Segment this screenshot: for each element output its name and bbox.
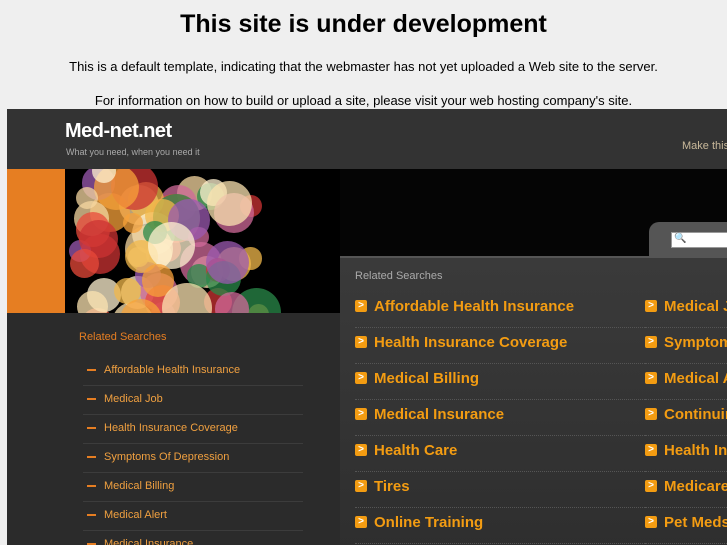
main-related-searches: Related Searches > Affordable Health Insu… (340, 256, 727, 545)
related-search-link[interactable]: Medical A (664, 370, 727, 387)
related-search-item[interactable]: > Continuin (645, 400, 727, 436)
dash-icon (87, 485, 96, 487)
sidebar-link[interactable]: Medical Insurance (104, 538, 193, 545)
related-search-link[interactable]: Continuin (664, 406, 727, 423)
site-tagline: What you need, when you need it (66, 147, 200, 157)
sidebar-item[interactable]: Symptoms Of Depression (83, 444, 303, 473)
related-search-item[interactable]: > Medical Insurance (355, 400, 645, 436)
arrow-icon: > (355, 372, 367, 384)
related-search-item[interactable]: > Medical J (645, 292, 727, 328)
site-header: Med-net.net What you need, when you need… (7, 109, 727, 169)
related-search-link[interactable]: Health Ins (664, 442, 727, 459)
related-search-link[interactable]: Health Care (374, 442, 457, 459)
related-search-item[interactable]: > Affordable Health Insurance (355, 292, 645, 328)
arrow-icon: > (645, 444, 657, 456)
arrow-icon: > (355, 300, 367, 312)
arrow-icon: > (645, 516, 657, 528)
sidebar-heading: Related Searches (79, 331, 167, 343)
dash-icon (87, 398, 96, 400)
related-search-link[interactable]: Symptom (664, 334, 727, 351)
related-search-item[interactable]: > Health Insurance Coverage (355, 328, 645, 364)
sidebar-item[interactable]: Medical Billing (83, 473, 303, 502)
bokeh-light (69, 249, 99, 279)
notice-line-1: This is a default template, indicating t… (69, 59, 658, 74)
related-search-link[interactable]: Online Training (374, 514, 483, 531)
related-search-link[interactable]: Affordable Health Insurance (374, 298, 574, 315)
notice-title: This site is under development (180, 10, 547, 38)
bokeh-light (207, 180, 253, 226)
related-search-item[interactable]: > Pet Meds (645, 508, 727, 544)
dash-icon (87, 514, 96, 516)
sidebar-item[interactable]: Health Insurance Coverage (83, 415, 303, 444)
sidebar-link[interactable]: Medical Billing (104, 480, 174, 492)
sidebar-item[interactable]: Affordable Health Insurance (83, 357, 303, 386)
related-search-link[interactable]: Pet Meds (664, 514, 727, 531)
arrow-icon: > (645, 480, 657, 492)
arrow-icon: > (645, 372, 657, 384)
bokeh-image (65, 169, 340, 313)
related-search-item[interactable]: > Medicare (645, 472, 727, 508)
make-homepage-link[interactable]: Make this (682, 140, 727, 152)
related-search-item[interactable]: > Medical Billing (355, 364, 645, 400)
arrow-icon: > (355, 336, 367, 348)
related-search-link[interactable]: Medical Insurance (374, 406, 504, 423)
sidebar-link[interactable]: Symptoms Of Depression (104, 451, 229, 463)
related-search-item[interactable]: > Health Care (355, 436, 645, 472)
related-search-link[interactable]: Medical Billing (374, 370, 479, 387)
arrow-icon: > (355, 408, 367, 420)
arrow-icon: > (355, 444, 367, 456)
arrow-icon: > (355, 516, 367, 528)
accent-bar (7, 169, 65, 313)
related-search-link[interactable]: Medical J (664, 298, 727, 315)
related-search-item[interactable]: > Symptom (645, 328, 727, 364)
sidebar-link[interactable]: Medical Job (104, 393, 163, 405)
search-input[interactable]: 🔍 (671, 232, 727, 248)
arrow-icon: > (645, 300, 657, 312)
arrow-icon: > (645, 336, 657, 348)
arrow-icon: > (355, 480, 367, 492)
notice-line-2: For information on how to build or uploa… (94, 93, 633, 108)
sidebar-item[interactable]: Medical Alert (83, 502, 303, 531)
related-search-item[interactable]: > Tires (355, 472, 645, 508)
sidebar-item[interactable]: Medical Insurance (83, 531, 303, 545)
search-icon: 🔍 (674, 233, 687, 244)
sidebar-item[interactable]: Medical Job (83, 386, 303, 415)
dash-icon (87, 369, 96, 371)
sidebar-link[interactable]: Affordable Health Insurance (104, 364, 240, 376)
site-logo[interactable]: Med-net.net (65, 120, 172, 143)
parked-site: Med-net.net What you need, when you need… (7, 109, 727, 545)
related-search-item[interactable]: > Medical A (645, 364, 727, 400)
main-heading: Related Searches (355, 270, 443, 282)
dash-icon (87, 456, 96, 458)
related-search-item[interactable]: > Online Training (355, 508, 645, 544)
sidebar-link[interactable]: Medical Alert (104, 509, 167, 521)
bokeh-light (205, 240, 250, 285)
related-search-link[interactable]: Tires (374, 478, 410, 495)
related-search-link[interactable]: Medicare (664, 478, 727, 495)
dash-icon (87, 427, 96, 429)
arrow-icon: > (645, 408, 657, 420)
related-search-item[interactable]: > Health Ins (645, 436, 727, 472)
related-search-link[interactable]: Health Insurance Coverage (374, 334, 567, 351)
sidebar-link[interactable]: Health Insurance Coverage (104, 422, 238, 434)
